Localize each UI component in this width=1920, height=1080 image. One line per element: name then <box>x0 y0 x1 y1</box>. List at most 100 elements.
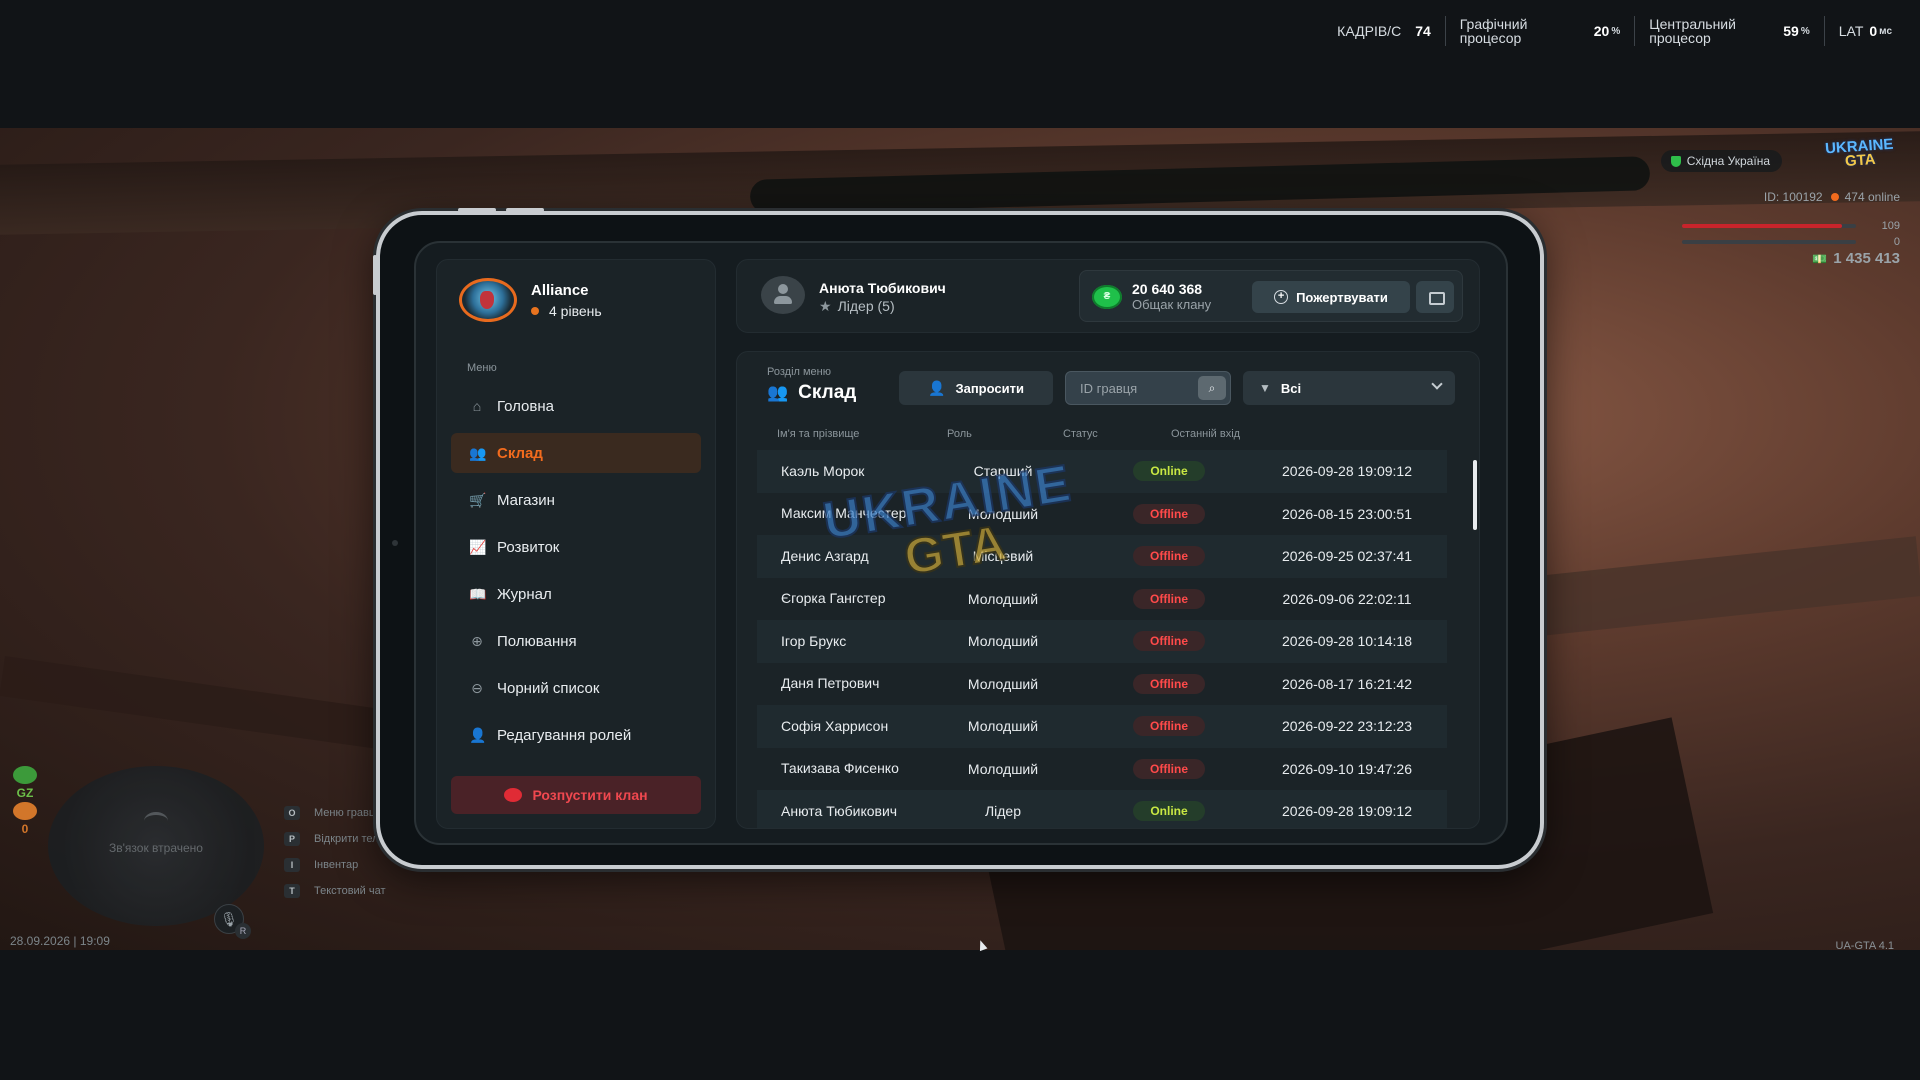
clan-app-screen: Alliance 4 рівень Меню ⌂ Головна 👥 Склад 🛒 Ма… <box>414 241 1508 845</box>
plus-icon: + <box>1274 290 1289 304</box>
status-badge: Offline <box>1133 546 1205 567</box>
members-panel: Розділ меню 👥 Склад 👤 Запросити ⌕ ▼ Всі І… <box>736 351 1480 829</box>
member-status: Offline <box>1133 748 1205 791</box>
sidebar-item-2[interactable]: 🛒 Магазин <box>451 480 701 520</box>
sidebar-item-7[interactable]: 👤 Редагування ролей <box>451 715 701 755</box>
member-role: Молодший <box>967 633 1039 650</box>
latency-stat: LAT 0 мс <box>1823 16 1906 46</box>
sidebar-item-6[interactable]: ⊖ Чорний список <box>451 668 701 708</box>
member-name: Софія Харрисон <box>781 717 889 734</box>
hotkey-key: P <box>284 832 300 846</box>
sidebar-item-4[interactable]: 📖 Журнал <box>451 574 701 614</box>
money-value: 💵 1 435 413 <box>1812 250 1900 267</box>
chevron-down-icon <box>1431 378 1443 390</box>
gpu-label: Графічний процесор <box>1459 16 1528 46</box>
donate-button[interactable]: + Пожертвувати <box>1252 281 1410 313</box>
member-status: Online <box>1133 450 1205 493</box>
table-row[interactable]: Ігор Брукс Молодший Offline 2026-09-28 10:1… <box>757 620 1447 663</box>
health-value: 109 <box>1881 220 1900 232</box>
users-icon: 👥 <box>469 445 487 461</box>
voice-mic-button[interactable]: 🎙 R <box>214 904 251 939</box>
scrollbar[interactable] <box>1473 460 1477 530</box>
minimap-status: Зв'язок втрачено <box>109 841 203 855</box>
member-status: Online <box>1133 790 1205 828</box>
hotkey-hint: T Текстовий чат <box>284 878 406 904</box>
cpu-stat: Центральний процесор 59 % <box>1634 16 1823 46</box>
member-last-login: 2026-09-28 19:09:12 <box>1282 803 1412 820</box>
sidebar-item-3[interactable]: 📈 Розвиток <box>451 527 701 567</box>
sidebar-item-5[interactable]: ⊕ Полювання <box>451 621 701 661</box>
table-header: Ім'я та прізвище Роль Статус Останній вх… <box>757 428 1447 444</box>
table-row[interactable]: Софія Харрисон Молодший Offline 2026-09-22 … <box>757 705 1447 748</box>
table-row[interactable]: Такизава Фисенко Молодший Offline 2026-09-1… <box>757 748 1447 791</box>
status-badge: Offline <box>1133 503 1205 524</box>
invite-button[interactable]: 👤 Запросити <box>899 371 1053 405</box>
role-filter-select[interactable]: ▼ Всі <box>1243 371 1455 405</box>
online-dot-icon <box>1830 193 1839 201</box>
table-row[interactable]: Єгорка Гангстер Молодший Offline 2026-09-06… <box>757 578 1447 621</box>
table-row[interactable]: Анюта Тюбикович Лідер Online 2026-09-28 19:… <box>757 790 1447 828</box>
status-badge: Offline <box>1133 631 1205 652</box>
user-edit-icon: 👤 <box>469 727 487 743</box>
member-role: Молодший <box>967 718 1039 735</box>
fps-stat: КАДРІВ/С 74 <box>1323 16 1445 46</box>
hotkey-hint: I Інвентар <box>284 852 406 878</box>
gz-heart-icon <box>13 766 37 784</box>
status-badge: Offline <box>1133 758 1205 779</box>
status-badge: Offline <box>1133 588 1205 609</box>
tablet-button <box>458 208 496 212</box>
sidebar-item-1[interactable]: 👥 Склад <box>451 433 701 473</box>
wallet-button[interactable] <box>1416 281 1454 313</box>
sidebar-item-0[interactable]: ⌂ Головна <box>451 386 701 426</box>
member-name: Максим Манчестер <box>781 505 907 522</box>
table-row[interactable]: Денис Азгард Місцевий Offline 2026-09-25 02… <box>757 535 1447 578</box>
member-role: Молодший <box>967 675 1039 692</box>
disband-icon <box>504 788 523 802</box>
status-badge: Online <box>1133 461 1205 482</box>
member-role: Лідер <box>984 803 1022 820</box>
chart-icon: 📈 <box>469 539 487 555</box>
member-status: Offline <box>1133 493 1205 536</box>
server-logo: UKRAINE GTA <box>1819 136 1901 176</box>
member-name: Денис Азгард <box>781 547 869 564</box>
lat-unit: мс <box>1879 25 1892 37</box>
table-row[interactable]: Максим Манчестер Молодший Offline 2026-08-1… <box>757 493 1447 536</box>
section-title-text: Склад <box>798 382 857 403</box>
member-last-login: 2026-09-22 23:12:23 <box>1282 718 1412 735</box>
donate-label: Пожертвувати <box>1296 289 1388 305</box>
invite-label: Запросити <box>955 380 1024 396</box>
member-status: Offline <box>1133 578 1205 621</box>
members-table: Каэль Морок Старший Online 2026-09-28 19:09… <box>757 450 1447 828</box>
level-dot-icon <box>531 306 539 315</box>
sidebar-item-label: Чорний список <box>497 679 600 697</box>
disband-label: Розпустити клан <box>532 787 648 803</box>
region-badge: Східна Україна <box>1660 150 1782 172</box>
table-row[interactable]: Каэль Морок Старший Online 2026-09-28 19:09… <box>757 450 1447 493</box>
section-title: 👥 Склад <box>767 382 856 404</box>
lat-value: 0 <box>1869 23 1878 39</box>
sidebar-item-label: Магазин <box>497 491 555 509</box>
user-name: Анюта Тюбикович <box>819 280 946 296</box>
player-id-input[interactable] <box>1066 372 1196 404</box>
bank-label: Общак клану <box>1132 297 1212 312</box>
date-time: 28.09.2026 | 19:09 <box>10 934 110 948</box>
search-button[interactable]: ⌕ <box>1198 376 1226 400</box>
coin-icon: ₴ <box>1092 285 1122 309</box>
tablet-device: Alliance 4 рівень Меню ⌂ Головна 👥 Склад 🛒 Ма… <box>373 208 1544 869</box>
member-name: Ігор Брукс <box>781 632 847 649</box>
health-fill <box>1682 224 1843 228</box>
member-status: Offline <box>1133 620 1205 663</box>
member-last-login: 2026-09-28 10:14:18 <box>1282 633 1412 650</box>
table-row[interactable]: Даня Петрович Молодший Offline 2026-08-17 1… <box>757 663 1447 706</box>
section-label: Розділ меню <box>767 366 831 378</box>
cpu-value: 59 <box>1783 23 1799 39</box>
column-header-name: Ім'я та прізвище <box>777 428 860 440</box>
user-role: ★ Лідер (5) <box>819 298 895 315</box>
disband-clan-button[interactable]: Розпустити клан <box>451 776 701 814</box>
member-last-login: 2026-08-17 16:21:42 <box>1282 675 1412 692</box>
blocked-icon: ⊖ <box>471 680 483 696</box>
hotkey-key: I <box>284 858 300 872</box>
column-header-last-login: Останній вхід <box>1171 428 1241 440</box>
shield-icon <box>1670 156 1681 167</box>
member-name: Анюта Тюбикович <box>781 802 898 819</box>
